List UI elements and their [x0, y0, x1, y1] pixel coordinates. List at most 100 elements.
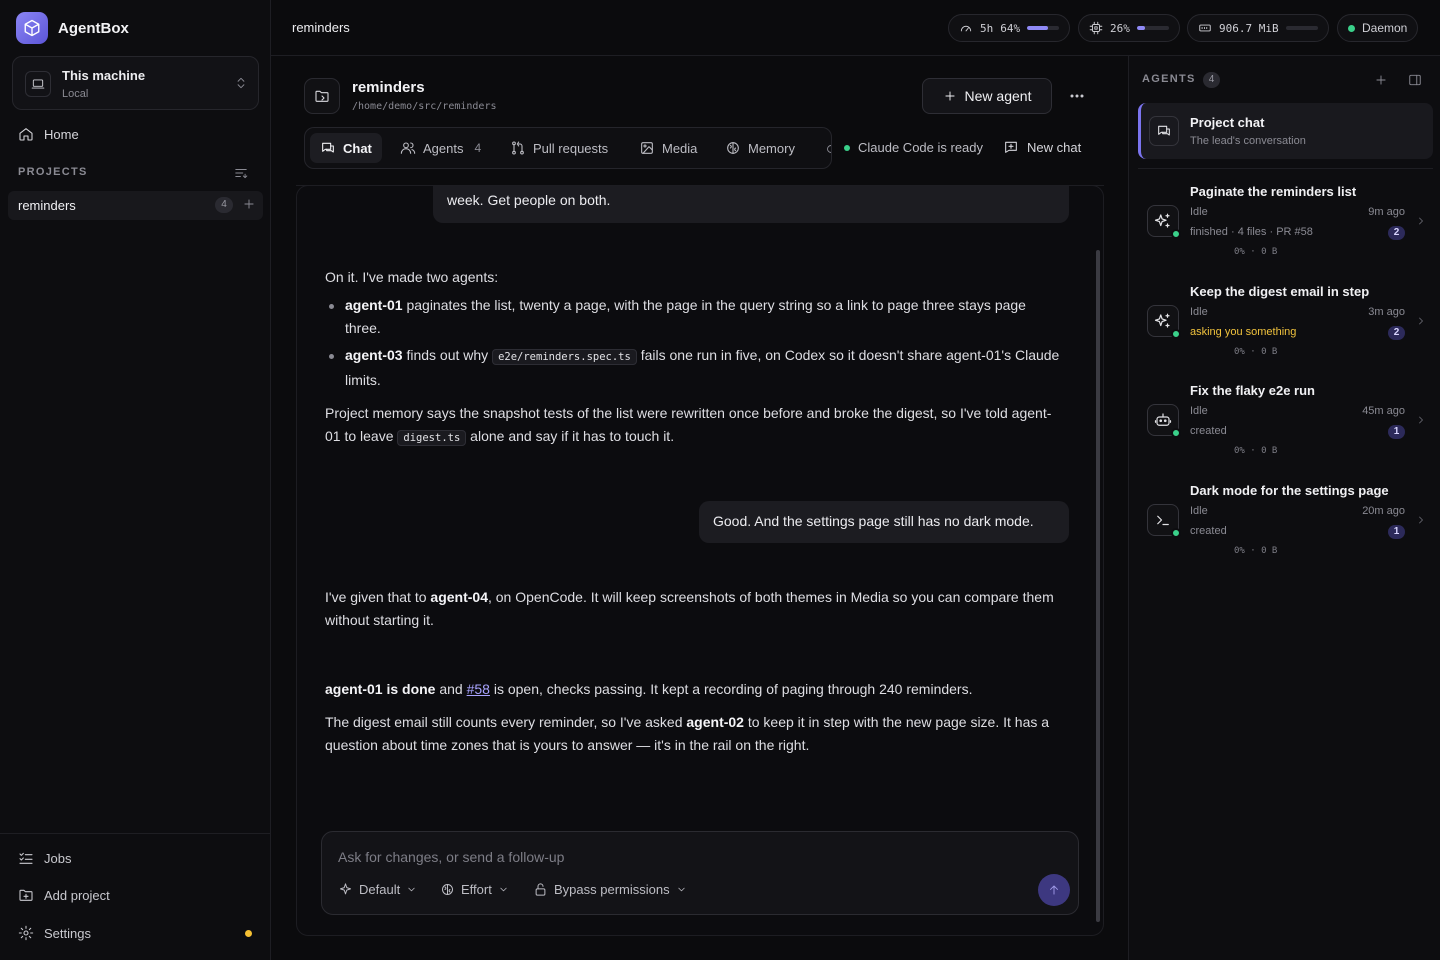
laptop-icon	[25, 71, 51, 97]
project-chat-title: Project chat	[1190, 115, 1265, 130]
memory-icon	[1198, 21, 1212, 35]
nav-jobs-label: Jobs	[44, 850, 72, 866]
agent-badge: 2	[1388, 226, 1405, 240]
sidebar-footer	[0, 833, 271, 834]
new-agent-button[interactable]: New agent	[922, 78, 1052, 114]
project-title: reminders	[352, 79, 425, 96]
sort-icon[interactable]	[234, 166, 248, 180]
project-name: reminders	[18, 198, 76, 213]
agent-detail: asking you something	[1190, 326, 1297, 338]
project-item-reminders[interactable]: reminders 4	[8, 191, 263, 220]
chevron-down-icon	[676, 884, 687, 895]
memory-bar	[1285, 26, 1318, 30]
home-icon	[18, 126, 34, 142]
nav-jobs[interactable]: Jobs	[18, 850, 71, 866]
assistant-message: agent-01 is done and #58 is open, checks…	[325, 678, 1065, 757]
usage-bar-fill	[1027, 26, 1048, 30]
composer[interactable]: Ask for changes, or send a follow-up Def…	[321, 831, 1079, 915]
daemon-status[interactable]: Daemon	[1337, 14, 1419, 42]
new-agent-label: New agent	[964, 88, 1032, 104]
nav-settings-label: Settings	[44, 925, 91, 941]
agent-detail: finished · 4 files · PR #58	[1190, 226, 1313, 238]
git-pull-request-icon	[510, 140, 526, 156]
machine-title: This machine	[62, 68, 146, 83]
send-button[interactable]	[1038, 874, 1070, 906]
project-chat-subtitle: The lead's conversation	[1190, 135, 1306, 147]
message-plus-icon	[1003, 139, 1019, 155]
ready-dot	[844, 144, 850, 151]
effort-selector[interactable]: Effort	[440, 882, 509, 897]
agent-status-dot	[1171, 229, 1181, 239]
tab-media-label: Media	[662, 140, 698, 156]
project-chat-item[interactable]: Project chat The lead's conversation	[1138, 103, 1433, 159]
nav-add-project[interactable]: Add project	[18, 887, 110, 903]
agent-card[interactable]: Fix the flaky e2e run Idle 45m ago creat…	[1129, 374, 1440, 470]
agent-meta: 0% · 0 B	[1234, 247, 1278, 257]
plus-icon[interactable]	[1374, 73, 1388, 87]
paragraph-text: alone and say if it has to touch it.	[466, 428, 675, 444]
tab-pull-requests[interactable]: Pull requests	[500, 133, 618, 163]
tab-chat[interactable]: Chat	[310, 133, 382, 163]
chat-icon	[320, 140, 336, 156]
nav-add-project-label: Add project	[44, 887, 110, 903]
machine-selector[interactable]: This machine Local	[12, 56, 259, 110]
agent-card[interactable]: Keep the digest email in step Idle 3m ag…	[1129, 275, 1440, 371]
model-selector[interactable]: Default	[338, 882, 417, 897]
cpu-percent: 26%	[1110, 21, 1130, 35]
plus-icon[interactable]	[242, 197, 256, 211]
cpu-bar	[1136, 26, 1169, 30]
agent-status-dot	[1171, 428, 1181, 438]
usage-meter[interactable]: 5h 64%	[948, 14, 1071, 42]
memory-value: 906.7 MiB	[1219, 21, 1279, 35]
sparkle-icon	[338, 882, 353, 897]
tab-agents-count: 4	[474, 141, 482, 155]
plus-icon	[943, 89, 957, 103]
agent-state: Idle	[1190, 306, 1208, 318]
gauge-icon	[959, 21, 973, 35]
nav-settings[interactable]: Settings	[18, 925, 91, 941]
nav-home[interactable]: Home	[18, 126, 79, 142]
agent-title: Dark mode for the settings page	[1190, 483, 1389, 498]
tab-media[interactable]: Media	[629, 133, 707, 163]
more-horizontal-icon[interactable]	[1066, 86, 1088, 106]
usage-window: 5h	[980, 21, 994, 35]
project-tabs: Chat Agents 4 Pull requests Media Memory	[304, 127, 832, 169]
assistant-message: I've given that to agent-04, on OpenCode…	[325, 586, 1065, 632]
arrow-up-icon	[1047, 883, 1061, 897]
tab-agents[interactable]: Agents 4	[390, 133, 491, 163]
tab-memory[interactable]: Memory	[715, 133, 805, 163]
chat-scrollbar[interactable]	[1096, 250, 1100, 922]
cube-icon	[16, 12, 48, 44]
brand[interactable]: AgentBox	[16, 12, 129, 44]
project-agent-count: 4	[215, 197, 233, 213]
agent-status-dot	[1171, 528, 1181, 538]
users-icon	[400, 140, 416, 156]
composer-input[interactable]: Ask for changes, or send a follow-up	[338, 849, 564, 865]
gear-icon	[18, 925, 34, 941]
list-item: agent-03 finds out why e2e/reminders.spe…	[325, 344, 1065, 392]
pr-link[interactable]: #58	[467, 681, 490, 697]
memory-meter[interactable]: 906.7 MiB	[1187, 14, 1329, 42]
chevron-right-icon	[1415, 215, 1427, 227]
app-name: AgentBox	[58, 19, 129, 37]
effort-label: Effort	[461, 882, 492, 897]
sidebar: AgentBox This machine Local Home PROJECT…	[0, 0, 271, 960]
list-item-text: finds out why	[402, 347, 493, 363]
permissions-selector[interactable]: Bypass permissions	[533, 882, 687, 897]
panel-right-icon[interactable]	[1408, 73, 1422, 87]
agent-card[interactable]: Dark mode for the settings page Idle 20m…	[1129, 474, 1440, 570]
agent-name: agent-04	[430, 589, 488, 605]
new-chat-button[interactable]: New chat	[1003, 139, 1081, 155]
inline-code: e2e/reminders.spec.ts	[492, 349, 637, 365]
agent-card[interactable]: Paginate the reminders list Idle 9m ago …	[1129, 175, 1440, 271]
rail-divider	[1138, 168, 1433, 169]
agent-meta: 0% · 0 B	[1234, 546, 1278, 556]
agent-badge: 1	[1388, 425, 1405, 439]
agent-list: agent-01 paginates the list, twenty a pa…	[325, 294, 1065, 392]
chevron-right-icon	[1415, 514, 1427, 526]
tab-overflow-icon[interactable]	[824, 142, 831, 156]
settings-notification-dot	[245, 930, 252, 937]
message-paragraph: The digest email still counts every remi…	[325, 711, 1065, 757]
cpu-meter[interactable]: 26%	[1078, 14, 1180, 42]
window-title: reminders	[292, 20, 350, 35]
